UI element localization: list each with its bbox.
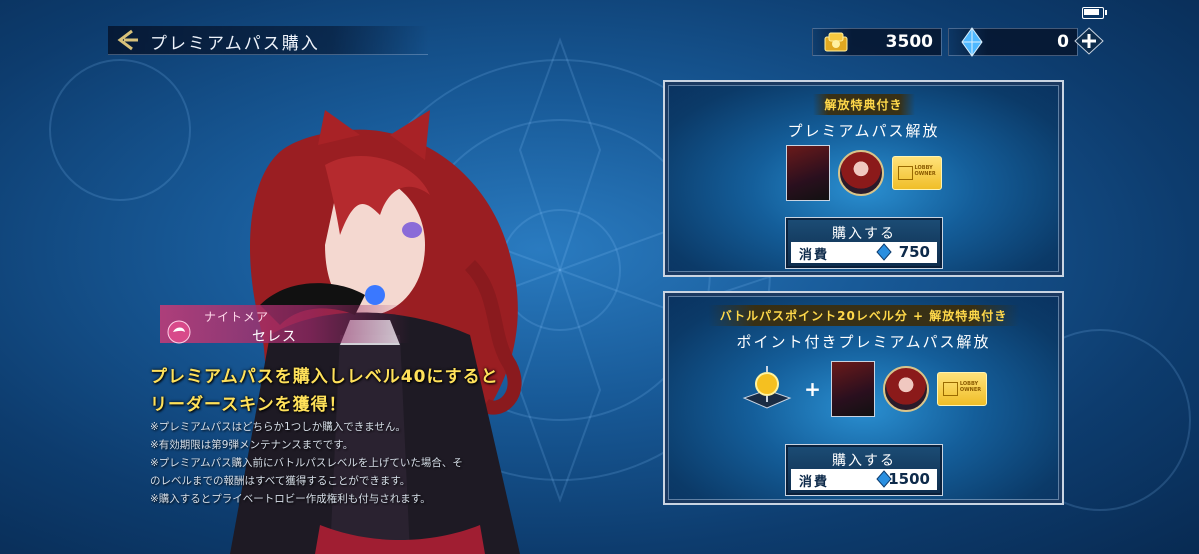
note-line: のレベルまでの報酬はすべて獲得することができます。	[150, 475, 411, 487]
gold-amount: 3500	[885, 32, 933, 52]
offer-title: プレミアムパス解放	[787, 122, 940, 140]
buy-label: 購入する	[832, 453, 896, 469]
buy-button-premium-with-points[interactable]: 購入する 消費 1500	[785, 444, 943, 496]
cost-value: 1500	[888, 470, 930, 488]
character-class: ナイトメア	[204, 310, 270, 324]
cost-bar: 消費 1500	[791, 469, 937, 490]
cost-label: 消費	[799, 248, 830, 263]
promo-headline-2: リーダースキンを獲得！	[150, 395, 347, 415]
back-arrow-icon[interactable]	[110, 26, 140, 54]
buy-label: 購入する	[832, 226, 896, 242]
character-portrait-icon[interactable]	[882, 366, 929, 412]
reward-items: LOBBY OWNER	[665, 145, 1062, 201]
character-card-icon[interactable]	[830, 361, 875, 417]
nightmare-class-icon	[167, 320, 191, 344]
page-title: プレミアムパス購入	[150, 34, 320, 54]
note-line: ※購入するとプライベートロビー作成権利も付与されます。	[150, 493, 431, 505]
gold-counter: 3500	[812, 28, 942, 56]
offer-ribbon: 解放特典付き	[812, 94, 915, 115]
gem-counter: 0	[948, 27, 1078, 57]
character-card-icon[interactable]	[785, 145, 830, 201]
character-name: セレス	[252, 329, 297, 345]
crystal-gem-icon	[876, 243, 892, 261]
reward-items: + LOBBY OWNER	[665, 359, 1062, 419]
offer-ribbon: バトルパスポイント20レベル分 + 解放特典付き	[707, 305, 1020, 326]
buy-button-premium[interactable]: 購入する 消費 750	[785, 217, 943, 269]
note-line: ※プレミアムパス購入前にバトルパスレベルを上げていた場合、そ	[150, 457, 463, 469]
cost-value: 750	[898, 243, 930, 261]
lobby-owner-ticket-icon[interactable]: LOBBY OWNER	[936, 372, 987, 406]
add-gems-plus-icon[interactable]	[1074, 27, 1104, 55]
note-line: ※プレミアムパスはどちらか1つしか購入できません。	[150, 421, 406, 433]
offer-card-premium: 解放特典付き プレミアムパス解放 LOBBY OWNER 購入する 消費 750	[663, 80, 1064, 277]
cost-bar: 消費 750	[791, 242, 937, 263]
note-line: ※有効期限は第9弾メンテナンスまでです。	[150, 439, 354, 451]
crystal-gem-icon	[961, 27, 983, 57]
battery-icon	[1082, 7, 1107, 19]
offer-title: ポイント付きプレミアムパス解放	[736, 333, 991, 351]
plus-icon: +	[804, 377, 821, 401]
promo-headline: プレミアムパスを購入しレベル40にすると	[150, 367, 499, 387]
lobby-owner-ticket-icon[interactable]: LOBBY OWNER	[891, 156, 942, 190]
offer-card-premium-with-points: バトルパスポイント20レベル分 + 解放特典付き ポイント付きプレミアムパス解放…	[663, 291, 1064, 505]
gold-coin-icon	[824, 32, 848, 52]
cost-label: 消費	[799, 475, 830, 490]
character-portrait-icon[interactable]	[837, 150, 884, 196]
gem-amount: 0	[1057, 32, 1069, 52]
battle-pass-point-orb-icon[interactable]	[740, 364, 794, 414]
